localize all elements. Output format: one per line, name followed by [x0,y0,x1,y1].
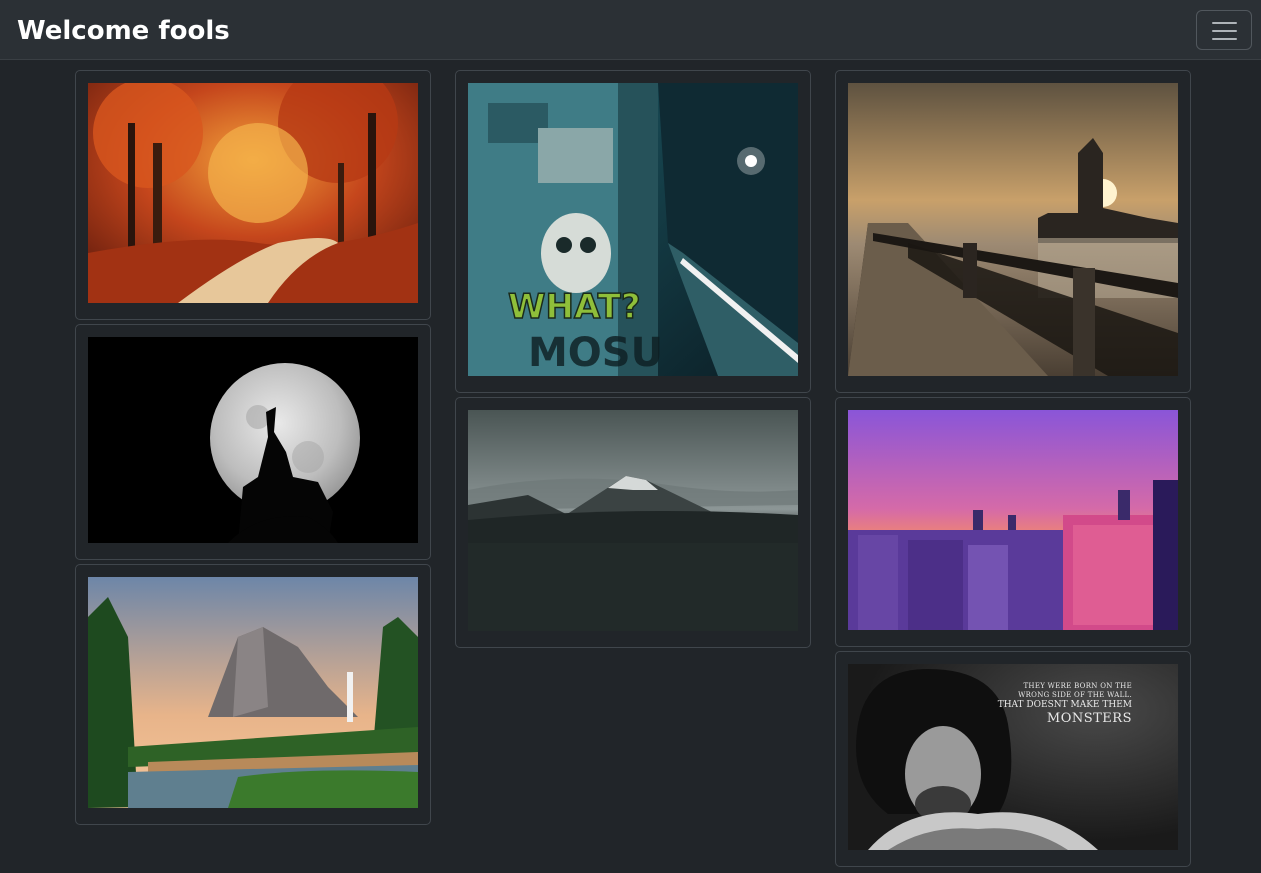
wolf-howling-moon-image [88,337,418,543]
mountain-lake-dusk-image [468,410,798,631]
navbar-toggler-button[interactable] [1196,10,1252,50]
river-promenade-castle-image [848,83,1178,376]
navbar: Welcome fools [0,0,1261,60]
waterfall-valley-image [88,577,418,808]
gallery-card[interactable]: WHAT? MOSU [455,70,811,393]
graffiti-text: WHAT? [508,287,641,327]
portrait-quote-image: THEY WERE BORN ON THE WRONG SIDE OF THE … [848,664,1178,850]
gallery-card[interactable] [455,397,811,648]
svg-text:MOSU: MOSU [528,330,663,376]
autumn-forest-path-image [88,83,418,303]
gallery-card[interactable] [835,70,1191,393]
hamburger-menu-icon [1212,22,1237,24]
city-skyline-sunset-image [848,410,1178,630]
gallery-card[interactable] [75,70,431,320]
gallery-card[interactable] [75,324,431,560]
gallery-card[interactable] [835,397,1191,647]
navbar-brand[interactable]: Welcome fools [17,14,230,48]
gallery-card[interactable]: THEY WERE BORN ON THE WRONG SIDE OF THE … [835,651,1191,867]
graffiti-alley-night-image: WHAT? MOSU [468,83,798,376]
quote-text: THEY WERE BORN ON THE WRONG SIDE OF THE … [997,682,1132,726]
gallery-card[interactable] [75,564,431,825]
